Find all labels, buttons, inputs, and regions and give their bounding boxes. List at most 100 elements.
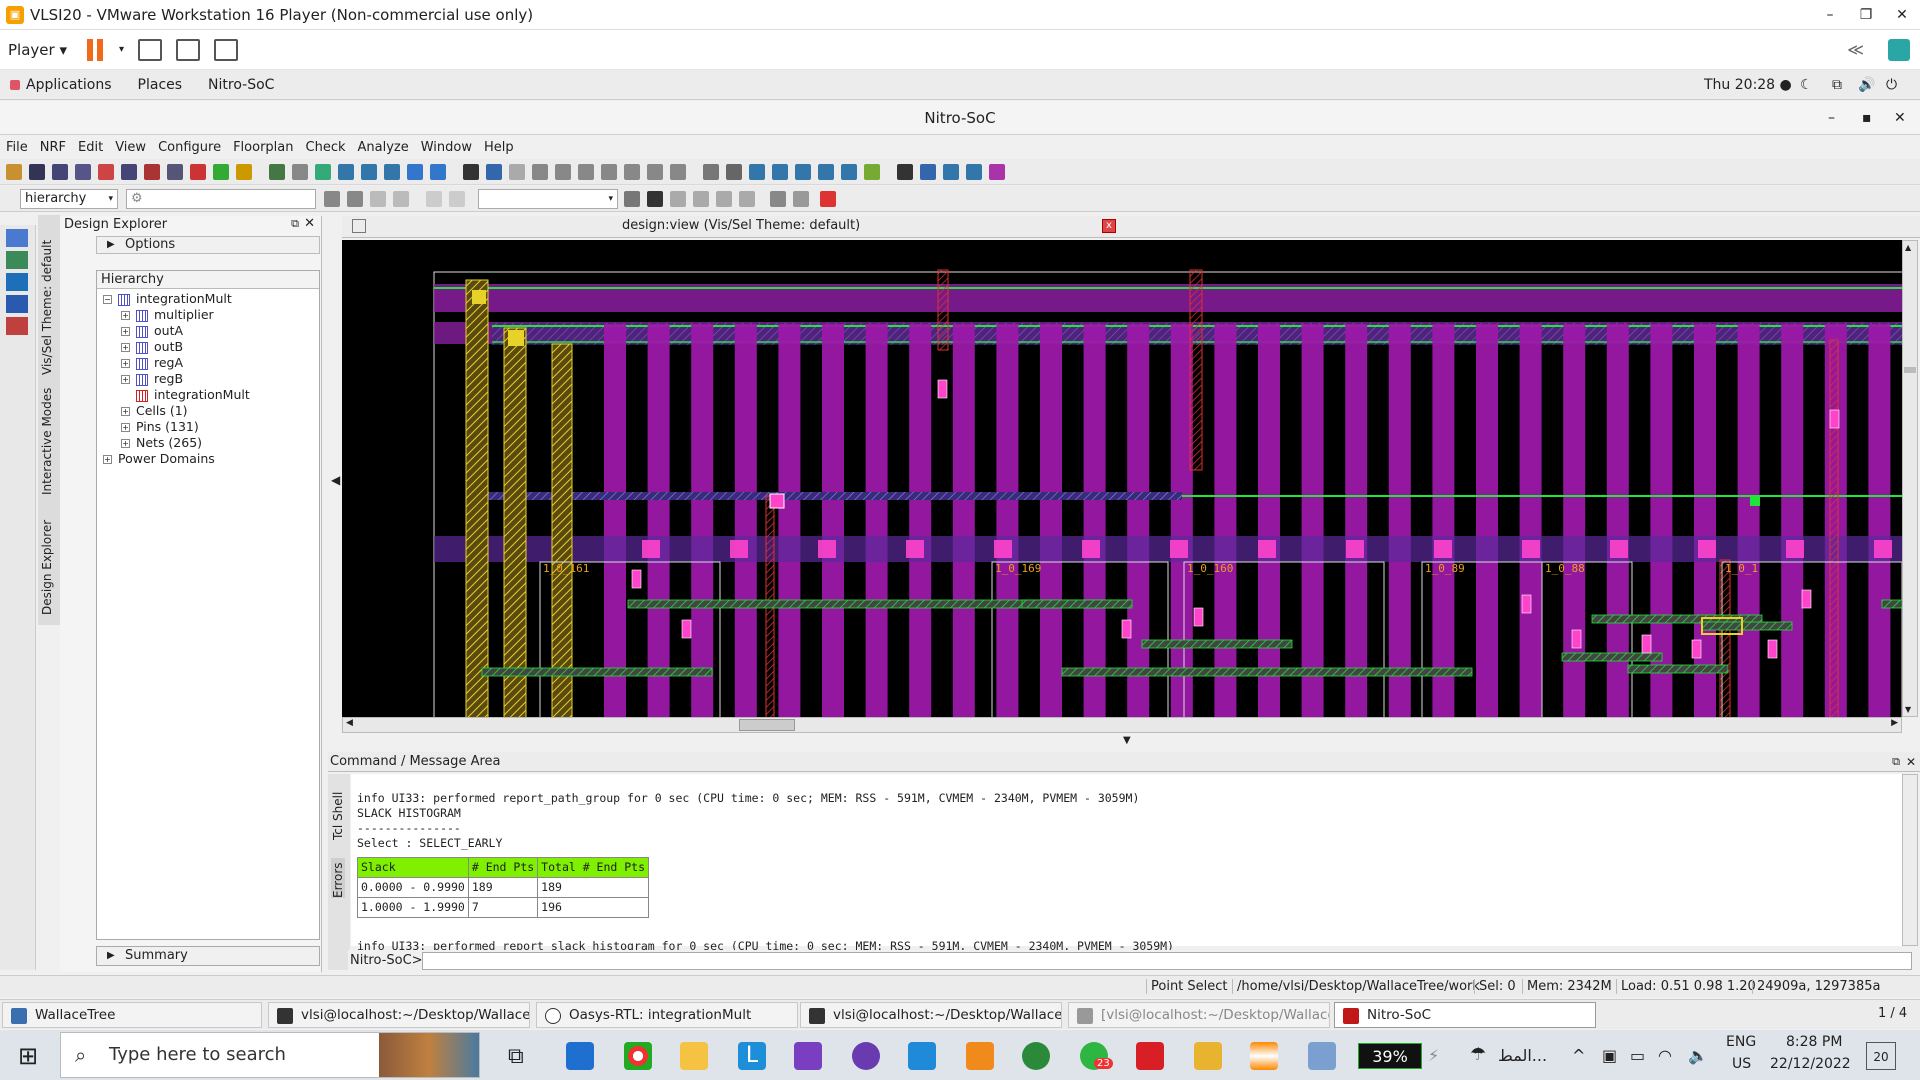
app-maximize-button[interactable]: ▪: [1862, 101, 1872, 135]
menu-help[interactable]: Help: [484, 140, 514, 155]
paint-icon[interactable]: [1308, 1042, 1336, 1070]
forward-icon[interactable]: [430, 163, 446, 180]
float-icon[interactable]: ⧉: [291, 217, 299, 231]
matrix-icon[interactable]: [966, 163, 982, 180]
route-icon[interactable]: [213, 163, 229, 180]
input-region[interactable]: US: [1732, 1056, 1751, 1072]
task-wallacetree[interactable]: WallaceTree: [2, 1002, 262, 1028]
grid-icon[interactable]: [121, 163, 137, 180]
ruler-icon[interactable]: [726, 163, 742, 180]
send-ctrl-alt-del-icon[interactable]: [138, 38, 163, 61]
battery-monitor[interactable]: 39%: [1358, 1043, 1422, 1069]
menu-window[interactable]: Window: [421, 140, 472, 155]
tree-item-power[interactable]: + Power Domains: [97, 451, 319, 467]
tab-interactive-modes[interactable]: Interactive Modes: [40, 385, 54, 495]
align-icon[interactable]: [670, 163, 686, 180]
tree-item[interactable]: + outA: [97, 323, 319, 339]
panel-close-icon[interactable]: ✕: [304, 216, 315, 231]
rotate2-icon[interactable]: [555, 163, 571, 180]
rect-icon[interactable]: [292, 163, 308, 180]
copy-icon[interactable]: [793, 190, 809, 207]
vertical-scrollbar[interactable]: ▲ ▼: [1902, 240, 1918, 717]
menu-view[interactable]: View: [115, 140, 146, 155]
puzzle-app-icon[interactable]: [1194, 1042, 1222, 1070]
tree-item-nets[interactable]: + Nets (265): [97, 435, 319, 451]
wifi-icon[interactable]: ◠: [1658, 1046, 1672, 1065]
net-icon[interactable]: [167, 163, 183, 180]
places-menu[interactable]: Places: [138, 77, 183, 93]
rotate3-icon[interactable]: [578, 163, 594, 180]
zoom-in-icon[interactable]: [338, 163, 354, 180]
binoculars-icon[interactable]: [324, 190, 340, 207]
grid3-icon[interactable]: [772, 163, 788, 180]
volume-icon[interactable]: 🔊: [1858, 77, 1875, 93]
open-icon[interactable]: [6, 163, 22, 180]
tree-item[interactable]: + regB: [97, 371, 319, 387]
minimize-button[interactable]: –: [1812, 0, 1848, 30]
command-input[interactable]: [422, 952, 1912, 970]
l-app-icon[interactable]: L: [738, 1042, 766, 1070]
tree-item[interactable]: + multiplier: [97, 307, 319, 323]
pause-icon[interactable]: [86, 38, 109, 61]
app-close-button[interactable]: ✕: [1894, 101, 1906, 135]
menu-analyze[interactable]: Analyze: [358, 140, 409, 155]
rotate-icon[interactable]: [532, 163, 548, 180]
cell-icon[interactable]: [52, 163, 68, 180]
acrobat-icon[interactable]: [1136, 1042, 1164, 1070]
applications-menu[interactable]: Applications: [26, 77, 112, 93]
hierarchy-combo[interactable]: hierarchy ▾: [20, 188, 118, 209]
measure-mode-icon[interactable]: [6, 273, 28, 291]
select-tool-icon[interactable]: [370, 190, 386, 207]
menu-floorplan[interactable]: Floorplan: [233, 140, 293, 155]
summary-section[interactable]: ▶ Summary: [96, 946, 320, 966]
mongodb-icon[interactable]: [1022, 1042, 1050, 1070]
dropdown-arrow-icon[interactable]: ▾: [119, 44, 124, 55]
restore-button[interactable]: ❐: [1848, 0, 1884, 30]
power-icon[interactable]: ⏻: [1886, 77, 1897, 93]
active-app-label[interactable]: Nitro-SoC: [208, 77, 274, 93]
task-terminal-2[interactable]: vlsi@localhost:~/Desktop/WallaceTr...: [800, 1002, 1062, 1028]
tray-network-icon[interactable]: ▭: [1630, 1046, 1645, 1065]
workspace-pager[interactable]: 1 / 4: [1878, 1006, 1907, 1021]
design-view-close-icon[interactable]: x: [1102, 219, 1116, 233]
panel-icon[interactable]: [897, 163, 913, 180]
task-terminal-1[interactable]: vlsi@localhost:~/Desktop/WallaceTr...: [268, 1002, 530, 1028]
taskbar-search-input[interactable]: ⌕ Type here to search: [60, 1032, 480, 1078]
refresh-icon[interactable]: [269, 163, 285, 180]
windows-start-icon[interactable]: ⊞: [18, 1042, 38, 1070]
sublime-icon[interactable]: [966, 1042, 994, 1070]
task-terminal-3[interactable]: [vlsi@localhost:~/Desktop/WallaceT...: [1068, 1002, 1330, 1028]
zoom-out-icon[interactable]: [361, 163, 377, 180]
store-icon[interactable]: [566, 1042, 594, 1070]
stop-icon[interactable]: [647, 190, 663, 207]
input-language[interactable]: ENG: [1726, 1034, 1756, 1050]
back-icon[interactable]: [407, 163, 423, 180]
visual-studio-icon[interactable]: [794, 1042, 822, 1070]
message-scrollbar[interactable]: [1902, 774, 1918, 946]
chrome-icon[interactable]: [624, 1042, 652, 1070]
float-icon[interactable]: ⧉: [1892, 752, 1900, 772]
layers-icon[interactable]: [75, 163, 91, 180]
player-menu[interactable]: Player ▾: [8, 41, 67, 59]
menu-configure[interactable]: Configure: [158, 140, 221, 155]
task-nitro-soc[interactable]: Nitro-SoC: [1334, 1002, 1596, 1028]
tree-root[interactable]: − integrationMult: [97, 291, 319, 307]
gear-icon[interactable]: [624, 190, 640, 207]
network-icon[interactable]: ⧉: [1832, 77, 1842, 93]
file-explorer-icon[interactable]: [680, 1042, 708, 1070]
tree-item[interactable]: + regA: [97, 355, 319, 371]
weather-icon[interactable]: ☂: [1470, 1044, 1486, 1065]
edit-icon[interactable]: [770, 190, 786, 207]
delete-icon[interactable]: [463, 163, 479, 180]
tab-vis-theme[interactable]: Vis/Sel Theme: default: [40, 225, 54, 375]
layer-combo[interactable]: ▾: [478, 188, 618, 209]
label-icon[interactable]: [703, 163, 719, 180]
notification-icon[interactable]: 20: [1866, 1042, 1896, 1070]
layout-canvas[interactable]: 1_0_161 1_0_169 1_0_160 1_0_89 1_0_88 1_0_1: [342, 240, 1902, 717]
app-minimize-button[interactable]: –: [1828, 101, 1835, 135]
zoom-mode-icon[interactable]: [6, 251, 28, 269]
close-button[interactable]: ✕: [1884, 0, 1920, 30]
speaker-icon[interactable]: 🔈: [1688, 1046, 1708, 1065]
window-icon[interactable]: [920, 163, 936, 180]
hierarchy-search-input[interactable]: ⚙: [126, 188, 316, 209]
